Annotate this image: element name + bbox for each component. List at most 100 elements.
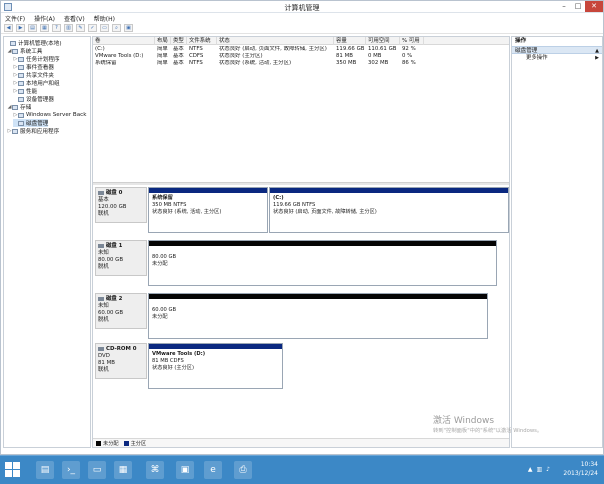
disk-status: 脱机 [98,264,109,270]
partition-status: 未分配 [152,314,168,320]
partition-name: VMware Tools (D:) [152,351,206,357]
event-log-icon [18,64,24,70]
volume-cell-name: 系统保留 [95,60,117,66]
tree-item-label: 任务计划程序 [26,57,60,63]
list-view-icon[interactable]: ▥ [64,24,73,32]
navigation-tree: 计算机管理(本地) ◢ 系统工具 ▷ 任务计划程序 ▷ 事件查看器 ▷ 共享文件… [3,36,91,448]
volume-cell-file-system: CDFS [189,53,204,59]
partition-disk-1-unallocated[interactable]: 80.00 GB 未分配 [148,240,497,286]
partition-vmware-tools[interactable]: VMware Tools (D:) 81 MB CDFS 状态良好 (主分区) [148,343,283,389]
server-manager-icon[interactable]: ▤ [36,461,54,479]
properties-icon[interactable]: ▦ [40,24,49,32]
actions-item-label: 更多操作 [526,55,548,61]
tree-item-shared-folders[interactable]: ▷ 共享文件夹 [13,71,54,79]
column-header-status[interactable]: 状态 [217,37,334,45]
volume-row[interactable]: 系统保留 简单 基本 NTFS 状态良好 (系统, 活动, 主分区) 350 M… [93,60,509,67]
disk-label-disk-0[interactable]: 磁盘 0 基本 120.00 GB 联机 [95,187,147,223]
shared-folder-icon [18,72,24,78]
column-header-type[interactable]: 类型 [171,37,187,45]
disk-size: 80.00 GB [98,257,124,263]
volume-row[interactable]: VMware Tools (D:) 简单 基本 CDFS 状态良好 (主分区) … [93,53,509,60]
menu-file[interactable]: 文件(F) [5,14,25,23]
network-status-icon[interactable]: ▥ [536,466,542,473]
tree-item-services-applications[interactable]: ▷ 服务和应用程序 [7,127,60,135]
check-icon[interactable]: ✓ [88,24,97,32]
tree-item-system-tools[interactable]: ◢ 系统工具 [7,47,43,55]
computer-management-window: 计算机管理 – □ ✕ 文件(F) 操作(A) 查看(V) 帮助(H) ◀ ▶ … [0,0,604,455]
close-icon[interactable]: ✕ [585,1,603,12]
tree-item-storage[interactable]: ◢ 存储 [7,103,32,111]
title-bar: 计算机管理 – □ ✕ [1,1,603,13]
partition-disk-2-unallocated[interactable]: 60.00 GB 未分配 [148,293,488,339]
tree-item-event-viewer[interactable]: ▷ 事件查看器 [13,63,54,71]
settings-icon[interactable]: ✎ [76,24,85,32]
minimize-icon[interactable]: – [557,1,571,12]
help-icon[interactable]: ? [52,24,61,32]
menu-help[interactable]: 帮助(H) [94,14,115,23]
tree-item-device-manager[interactable]: 设备管理器 [13,95,54,103]
disk-label-cdrom-0[interactable]: CD-ROM 0 DVD 81 MB 联机 [95,343,147,379]
partition-status: 状态良好 (主分区) [152,365,195,371]
clock-time: 10:34 [580,461,598,468]
disk-type: 基本 [98,197,109,203]
primary-swatch [123,440,129,446]
column-header-percent-free[interactable]: % 可用 [400,37,424,45]
clock[interactable]: 10:34 2013/12/24 [563,460,598,478]
disk-label-disk-2[interactable]: 磁盘 2 未知 60.00 GB 脱机 [95,293,147,329]
column-header-file-system[interactable]: 文件系统 [187,37,217,45]
tree-item-task-scheduler[interactable]: ▷ 任务计划程序 [13,55,60,63]
tree-item-performance[interactable]: ▷ 性能 [13,87,38,95]
console-icon[interactable]: ▣ [124,24,133,32]
file-explorer-icon[interactable]: ▭ [88,461,106,479]
search-icon[interactable]: ⌕ [112,24,121,32]
forward-arrow-icon[interactable]: ▶ [16,24,25,32]
volume-cell-percent-free: 92 % [402,46,416,52]
disk-size: 120.00 GB [98,204,127,210]
disk-label-disk-1[interactable]: 磁盘 1 未知 80.00 GB 脱机 [95,240,147,276]
partition-system-reserved[interactable]: 系统保留 350 MB NTFS 状态良好 (系统, 活动, 主分区) [148,187,268,233]
tree-item-label: 系统工具 [20,49,43,55]
volume-icon[interactable]: ♪ [546,466,550,473]
network-icon[interactable]: ⌘ [146,461,164,479]
pane-splitter[interactable] [93,182,509,185]
volume-cell-type: 基本 [173,53,184,59]
volume-cell-capacity: 119.66 GB [336,46,365,52]
device-manager-icon [18,96,24,102]
column-header-capacity[interactable]: 容量 [334,37,366,45]
start-button-icon[interactable] [5,462,20,477]
internet-explorer-icon[interactable]: e [204,461,222,479]
column-header-free-space[interactable]: 可用空间 [366,37,400,45]
actions-more-actions[interactable]: 更多操作 ▶ [512,54,602,62]
computer-management-taskbar-icon[interactable]: ▦ [114,461,132,479]
shared-devices-icon[interactable]: ⎙ [234,461,252,479]
storage-icon [12,104,18,110]
disk-management-pane: 卷 布局 类型 文件系统 状态 容量 可用空间 % 可用 (C:) 简单 基本 … [92,36,510,448]
volume-row[interactable]: (C:) 简单 基本 NTFS 状态良好 (启动, 页面文件, 故障转储, 主分… [93,46,509,53]
menu-view[interactable]: 查看(V) [64,14,85,23]
maximize-icon[interactable]: □ [571,1,585,12]
volume-cell-free-space: 0 MB [368,53,382,59]
tree-item-windows-server-backup[interactable]: ▷ Windows Server Back [13,111,87,119]
actions-pane: 操作 磁盘管理 ▲ 更多操作 ▶ [511,36,603,448]
partition-status: 未分配 [152,261,168,267]
volume-cell-layout: 简单 [157,46,168,52]
actions-section-disk-management[interactable]: 磁盘管理 ▲ [512,46,602,54]
column-header-layout[interactable]: 布局 [155,37,171,45]
tree-item-computer-management[interactable]: 计算机管理(本地) [5,39,62,47]
show-hidden-icons-icon[interactable]: ▲ [528,466,533,473]
partition-c-drive[interactable]: (C:) 119.66 GB NTFS 状态良好 (启动, 页面文件, 故障转储… [269,187,509,233]
menu-action[interactable]: 操作(A) [34,14,55,23]
cdrom-icon [98,346,104,351]
volume-list-header: 卷 布局 类型 文件系统 状态 容量 可用空间 % 可用 [93,37,509,45]
folder-icon[interactable]: ▭ [100,24,109,32]
powershell-icon[interactable]: ›_ [62,461,80,479]
tree-item-disk-management[interactable]: 磁盘管理 [13,119,49,127]
volume-cell-layout: 简单 [157,53,168,59]
back-arrow-icon[interactable]: ◀ [4,24,13,32]
control-panel-icon[interactable]: ▣ [176,461,194,479]
column-header-volume[interactable]: 卷 [93,37,155,45]
show-hide-tree-icon[interactable]: ▤ [28,24,37,32]
tree-item-local-users-groups[interactable]: ▷ 本地用户和组 [13,79,60,87]
clock-date: 2013/12/24 [563,470,598,477]
volume-cell-percent-free: 86 % [402,60,416,66]
